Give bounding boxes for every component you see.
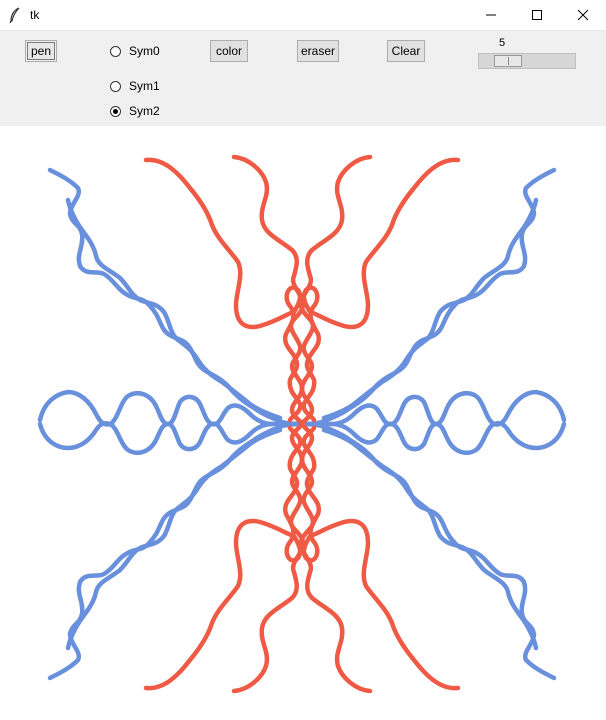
radio-label: Sym2 [129,104,160,118]
toolbar: pen Sym0 Sym1 Sym2 color eraser Clear 5 [0,31,606,126]
drawing-canvas[interactable] [0,126,606,720]
feather-icon [8,7,22,24]
maximize-button[interactable] [514,0,560,30]
title-bar: tk [0,0,606,31]
radio-indicator[interactable] [110,105,121,117]
eraser-button[interactable]: eraser [297,40,339,62]
radio-indicator[interactable] [110,45,121,57]
radio-sym0[interactable]: Sym0 [110,44,160,58]
maximize-icon [532,10,542,20]
radio-label: Sym0 [129,44,160,58]
close-icon [577,9,589,21]
close-button[interactable] [560,0,606,30]
pen-button[interactable]: pen [25,40,57,62]
minimize-icon [486,14,496,16]
size-slider[interactable] [478,53,576,69]
radio-sym2[interactable]: Sym2 [110,104,160,118]
radio-indicator[interactable] [110,80,121,92]
size-slider-thumb[interactable] [493,55,522,67]
clear-button[interactable]: Clear [387,40,425,62]
minimize-button[interactable] [468,0,514,30]
size-value: 5 [499,37,506,49]
radio-label: Sym1 [129,79,160,93]
drawing-strokes [0,126,606,720]
radio-sym1[interactable]: Sym1 [110,79,160,93]
color-button[interactable]: color [210,40,248,62]
window-title: tk [30,8,40,22]
